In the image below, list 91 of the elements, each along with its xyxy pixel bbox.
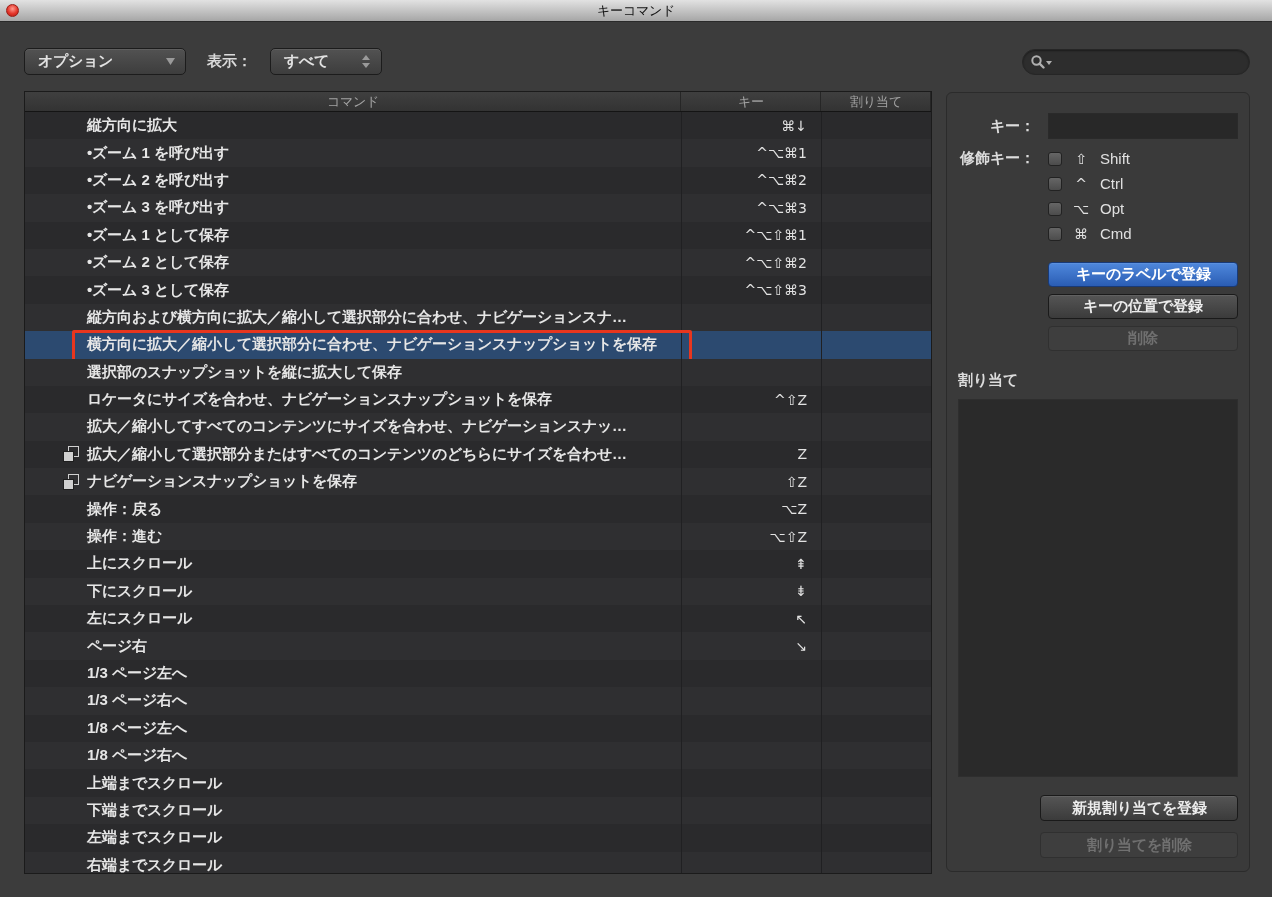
table-cell: 下にスクロール <box>87 581 192 601</box>
table-cell: 1/3 ページ右へ <box>87 691 188 711</box>
table-cell: •ズーム 2 を呼び出す <box>87 170 229 190</box>
view-label: 表示： <box>207 52 252 71</box>
action-button[interactable]: 新規割り当てを登録 <box>1040 795 1238 821</box>
table-cell: •ズーム 1 として保存 <box>87 225 229 245</box>
stacked-squares-icon <box>63 446 79 463</box>
shortcut-text: ^⌥⇧⌘3 <box>744 282 807 299</box>
column-header[interactable]: コマンド <box>25 92 681 111</box>
checkbox-label: Shift <box>1100 150 1130 167</box>
table-cell: 1/8 ページ左へ <box>87 718 188 738</box>
checkbox-label: Cmd <box>1100 225 1132 242</box>
shortcut-text: Z <box>797 446 807 463</box>
key-symbol: ⇧ <box>1074 150 1088 167</box>
options-menu[interactable]: オプション <box>24 48 186 75</box>
shortcut-text: ⇞ <box>795 555 807 572</box>
table-row[interactable]: ページ右 ↘ <box>25 632 931 660</box>
table-row[interactable]: ナビゲーションスナップショットを保存 ⇧Z <box>25 468 931 496</box>
key-symbol: ⌘ <box>1073 225 1089 242</box>
field-label: 修飾キー： <box>958 148 1035 168</box>
view-menu[interactable]: すべて <box>270 48 382 75</box>
table-row[interactable]: •ズーム 1 を呼び出す ^⌥⌘1 <box>25 139 931 167</box>
table-cell: •ズーム 3 を呼び出す <box>87 198 229 218</box>
table-cell: •ズーム 1 を呼び出す <box>87 143 229 163</box>
table-cell: 1/8 ページ右へ <box>87 746 188 766</box>
field-label: キー： <box>989 116 1035 136</box>
action-button[interactable]: キーの位置で登録 <box>1048 294 1238 319</box>
table-cell: 操作：戻る <box>87 499 162 519</box>
table-row[interactable]: 操作：進む ⌥⇧Z <box>25 522 931 551</box>
shortcut-text: ⌘↓ <box>781 117 807 134</box>
shortcut-text: ⇟ <box>795 583 807 600</box>
key-symbol: ⌥ <box>1071 200 1091 217</box>
table-cell: •ズーム 3 として保存 <box>87 280 229 300</box>
table-cell: 横方向に拡大／縮小して選択部分に合わせ、ナビゲーションスナップショットを保存 <box>87 335 657 355</box>
checkbox[interactable] <box>1048 226 1062 241</box>
section-label: 割り当て <box>958 371 1019 389</box>
table-row[interactable]: 拡大／縮小してすべてのコンテンツにサイズを合わせ、ナビゲーションスナッ… <box>25 413 931 441</box>
shortcut-text: ^⇧Z <box>773 391 807 408</box>
search-field[interactable] <box>1022 48 1250 75</box>
shortcut-text: ^⌥⌘2 <box>756 172 807 189</box>
search-icon <box>1031 54 1053 69</box>
table-row[interactable]: 1/8 ページ右へ <box>25 742 931 770</box>
table-cell: 上端までスクロール <box>87 773 222 793</box>
column-header[interactable]: キー <box>681 92 821 111</box>
shortcut-text: ⌥Z <box>781 501 807 518</box>
shortcut-text: ^⌥⇧⌘2 <box>744 254 807 271</box>
table-cell: 下端までスクロール <box>87 800 222 820</box>
table-cell: ロケータにサイズを合わせ、ナビゲーションスナップショットを保存 <box>87 390 552 410</box>
table-cell: 縦方向および横方向に拡大／縮小して選択部分に合わせ、ナビゲーションスナ… <box>87 307 627 327</box>
close-button[interactable] <box>6 4 19 17</box>
column-header[interactable]: 割り当て <box>821 92 931 111</box>
table-cell: ページ右 <box>87 636 147 656</box>
checkbox-label: Opt <box>1100 200 1125 217</box>
shortcut-text: ⇧Z <box>785 473 807 490</box>
table-cell: 拡大／縮小して選択部分またはすべてのコンテンツのどちらにサイズを合わせ… <box>87 444 627 464</box>
table-row[interactable]: 右端までスクロール <box>25 851 931 873</box>
table-row[interactable]: 1/3 ページ右へ <box>25 687 931 715</box>
table-row[interactable]: •ズーム 3 を呼び出す ^⌥⌘3 <box>25 194 931 222</box>
key-symbol: ^ <box>1074 175 1088 192</box>
shortcut-text: ⌥⇧Z <box>769 528 807 545</box>
checkbox[interactable] <box>1048 201 1062 216</box>
table-row[interactable]: 下にスクロール ⇟ <box>25 577 931 606</box>
table-cell: 選択部のスナップショットを縦に拡大して保存 <box>87 362 402 382</box>
window-title: キーコマンド <box>597 1 675 20</box>
action-button[interactable]: キーのラベルで登録 <box>1048 262 1238 287</box>
table-row[interactable]: •ズーム 2 として保存 ^⌥⇧⌘2 <box>25 248 931 277</box>
up-down-arrows-icon <box>362 55 370 68</box>
table-cell: 左端までスクロール <box>87 828 222 848</box>
table-cell: 1/3 ページ左へ <box>87 664 188 683</box>
table-cell: 操作：進む <box>87 527 162 547</box>
table-cell: ナビゲーションスナップショットを保存 <box>87 472 357 492</box>
shortcut-text: ^⌥⌘3 <box>756 199 807 216</box>
stacked-squares-icon <box>63 473 79 490</box>
shortcut-text: ↖ <box>795 610 807 627</box>
shortcut-text: ↘ <box>795 638 807 655</box>
table-cell: •ズーム 2 として保存 <box>87 253 229 273</box>
checkbox-label: Ctrl <box>1100 175 1124 192</box>
checkbox[interactable] <box>1048 151 1062 166</box>
shortcut-text: ^⌥⌘1 <box>756 145 807 162</box>
table-row[interactable]: 下端までスクロール <box>25 796 931 825</box>
table-row[interactable]: 選択部のスナップショットを縦に拡大して保存 <box>25 358 931 386</box>
table-cell: 拡大／縮小してすべてのコンテンツにサイズを合わせ、ナビゲーションスナッ… <box>87 417 627 437</box>
table-cell: 上にスクロール <box>87 554 192 574</box>
table-cell: 縦方向に拡大 <box>87 116 177 136</box>
caret-icon <box>166 58 175 65</box>
table-row[interactable]: 横方向に拡大／縮小して選択部分に合わせ、ナビゲーションスナップショットを保存 <box>25 331 931 359</box>
table-cell: 左にスクロール <box>87 609 192 629</box>
checkbox[interactable] <box>1048 176 1062 191</box>
shortcut-text: ^⌥⇧⌘1 <box>744 227 807 244</box>
table-cell: 右端までスクロール <box>87 855 222 873</box>
table-row[interactable]: 縦方向および横方向に拡大／縮小して選択部分に合わせ、ナビゲーションスナ… <box>25 303 931 332</box>
